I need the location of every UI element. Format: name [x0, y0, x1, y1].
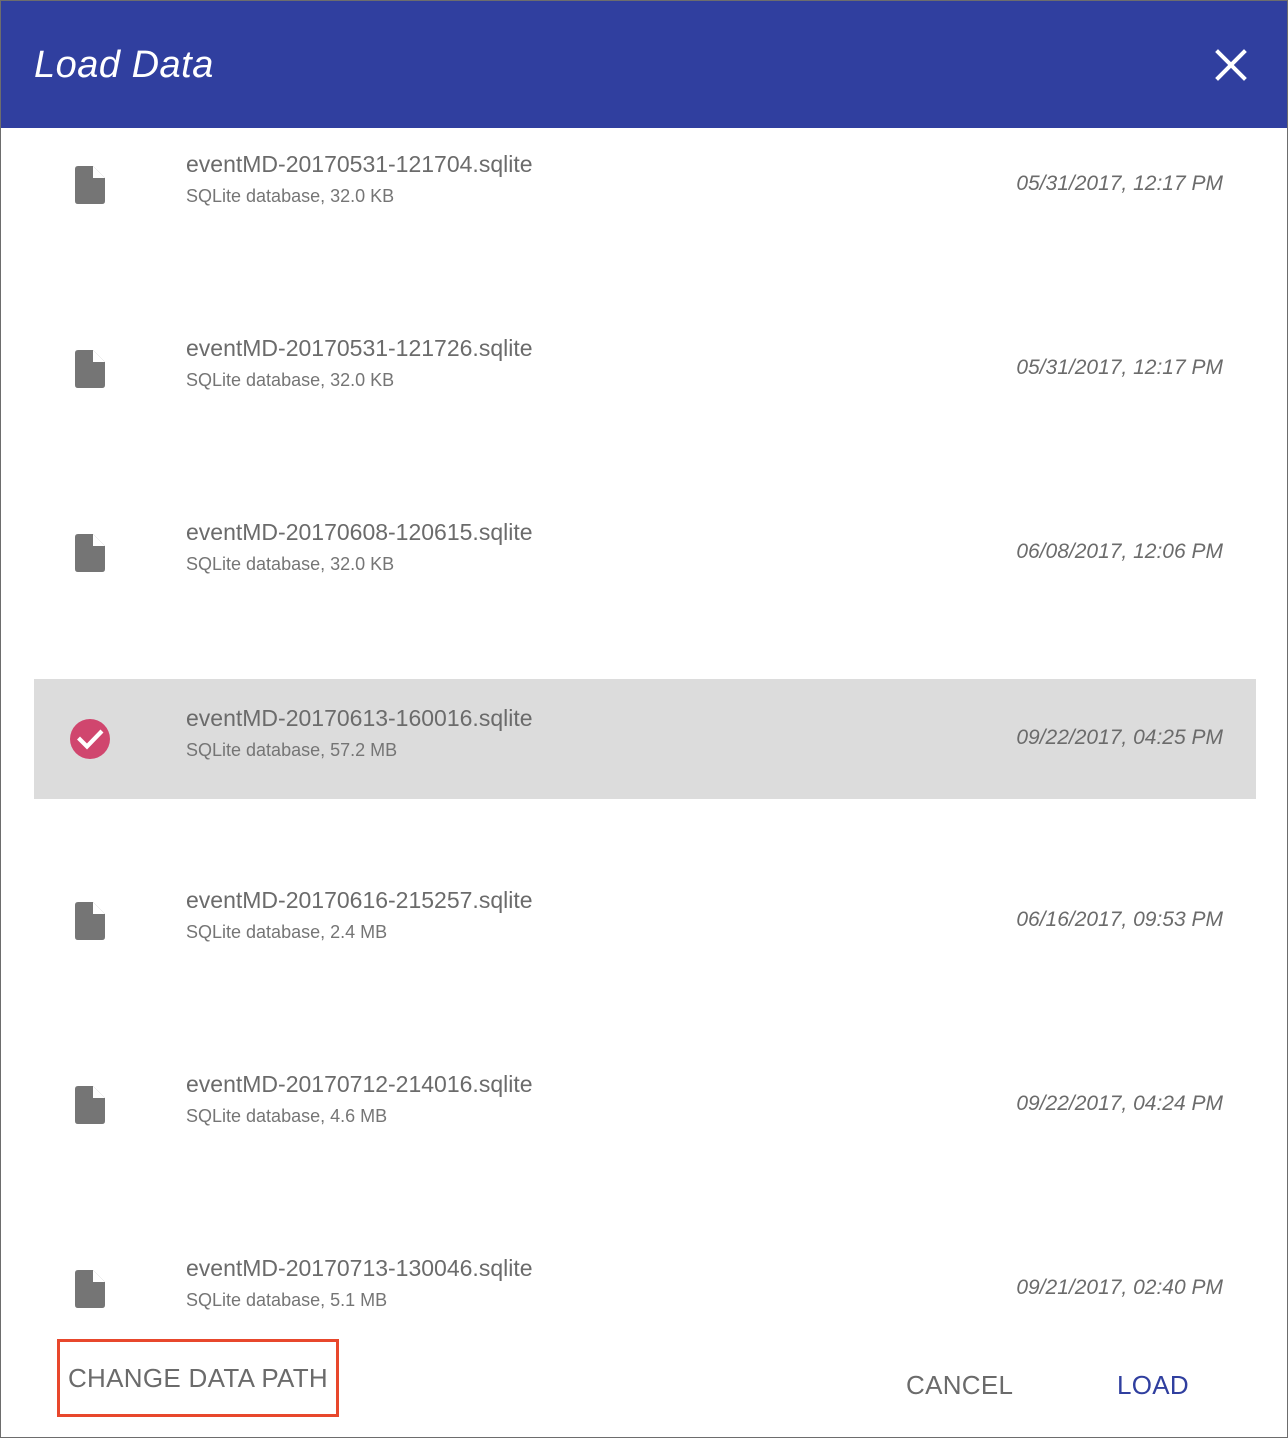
file-row-selected[interactable]: eventMD-20170613-160016.sqlite SQLite da… — [34, 679, 1256, 799]
file-name: eventMD-20170531-121726.sqlite — [186, 335, 533, 361]
file-name: eventMD-20170616-215257.sqlite — [186, 887, 533, 913]
file-icon — [75, 902, 105, 940]
dialog-header: Load Data — [1, 1, 1287, 128]
file-icon — [75, 166, 105, 204]
file-meta: SQLite database, 32.0 KB — [186, 554, 395, 574]
file-meta: SQLite database, 5.1 MB — [186, 1290, 388, 1310]
file-meta: SQLite database, 32.0 KB — [186, 186, 395, 206]
load-button[interactable]: LOAD — [1117, 1365, 1189, 1405]
file-name: eventMD-20170531-121704.sqlite — [186, 151, 533, 177]
close-button[interactable] — [1209, 43, 1253, 87]
load-data-dialog: Load Data eventMD-20170531-121704.sqlite… — [0, 0, 1288, 1438]
file-row[interactable]: eventMD-20170616-215257.sqlite SQLite da… — [34, 861, 1256, 981]
file-name: eventMD-20170608-120615.sqlite — [186, 519, 533, 545]
file-icon — [75, 1086, 105, 1124]
file-row[interactable]: eventMD-20170712-214016.sqlite SQLite da… — [34, 1045, 1256, 1165]
change-data-path-button[interactable]: CHANGE DATA PATH — [57, 1339, 339, 1417]
file-date: 09/22/2017, 04:24 PM — [1016, 1092, 1223, 1115]
dialog-footer: CHANGE DATA PATH CANCEL LOAD — [1, 1331, 1287, 1437]
file-row[interactable]: eventMD-20170713-130046.sqlite SQLite da… — [34, 1229, 1256, 1328]
file-icon — [75, 1270, 105, 1308]
file-list[interactable]: eventMD-20170531-121704.sqlite SQLite da… — [34, 128, 1256, 1328]
file-meta: SQLite database, 2.4 MB — [186, 922, 388, 942]
file-name: eventMD-20170713-130046.sqlite — [186, 1255, 533, 1281]
file-row[interactable]: eventMD-20170531-121726.sqlite SQLite da… — [34, 309, 1256, 429]
file-meta: SQLite database, 32.0 KB — [186, 370, 395, 390]
file-date: 09/21/2017, 02:40 PM — [1016, 1276, 1223, 1299]
file-icon — [75, 534, 105, 572]
file-date: 05/31/2017, 12:17 PM — [1016, 356, 1223, 379]
cancel-button[interactable]: CANCEL — [906, 1365, 1013, 1405]
close-icon — [1215, 49, 1247, 81]
file-row[interactable]: eventMD-20170531-121704.sqlite SQLite da… — [34, 128, 1256, 245]
check-circle-icon — [70, 719, 110, 759]
file-meta: SQLite database, 4.6 MB — [186, 1106, 388, 1126]
file-name: eventMD-20170712-214016.sqlite — [186, 1071, 533, 1097]
file-date: 05/31/2017, 12:17 PM — [1016, 172, 1223, 195]
file-row[interactable]: eventMD-20170608-120615.sqlite SQLite da… — [34, 493, 1256, 613]
file-icon — [75, 350, 105, 388]
file-meta: SQLite database, 57.2 MB — [186, 740, 398, 760]
file-date: 09/22/2017, 04:25 PM — [1016, 726, 1223, 749]
file-name: eventMD-20170613-160016.sqlite — [186, 705, 533, 731]
file-date: 06/08/2017, 12:06 PM — [1016, 540, 1223, 563]
file-date: 06/16/2017, 09:53 PM — [1016, 908, 1223, 931]
dialog-title: Load Data — [34, 44, 214, 86]
